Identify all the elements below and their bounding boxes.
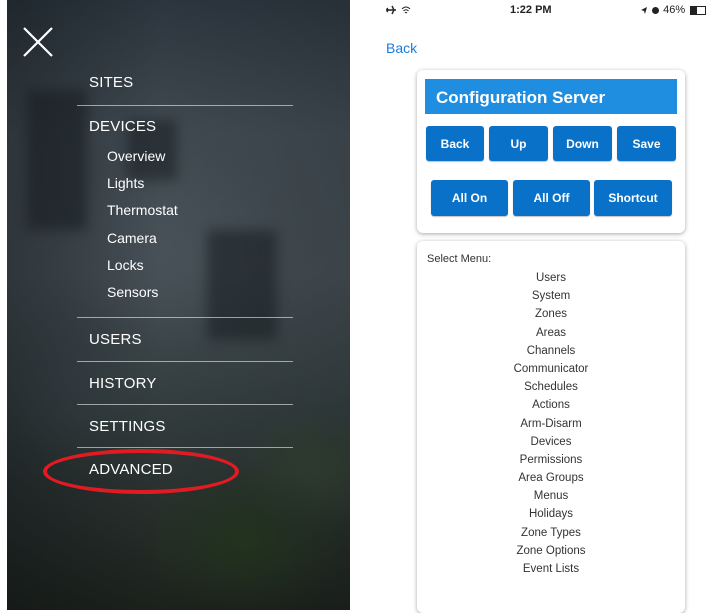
up-button[interactable]: Up	[489, 126, 548, 161]
menu-option-users[interactable]: Users	[417, 269, 685, 287]
menu-option-channels[interactable]: Channels	[417, 342, 685, 360]
configuration-title: Configuration Server	[425, 79, 677, 114]
menu-option-permissions[interactable]: Permissions	[417, 451, 685, 469]
alarm-icon	[652, 6, 660, 14]
status-bar: 1:22 PM 46%	[378, 0, 713, 22]
menu-option-system[interactable]: System	[417, 287, 685, 305]
select-menu-list: Users System Zones Areas Channels Commun…	[417, 269, 685, 578]
background-overlay	[7, 0, 350, 610]
menu-option-menus[interactable]: Menus	[417, 487, 685, 505]
menu-option-area-groups[interactable]: Area Groups	[417, 469, 685, 487]
all-on-button[interactable]: All On	[431, 180, 508, 216]
nav-item-history[interactable]: HISTORY	[89, 375, 157, 392]
menu-option-zone-types[interactable]: Zone Types	[417, 524, 685, 542]
status-left-icons	[386, 4, 411, 16]
menu-option-actions[interactable]: Actions	[417, 396, 685, 414]
menu-divider	[77, 361, 293, 362]
select-menu-panel: Select Menu: Users System Zones Areas Ch…	[417, 241, 685, 613]
select-menu-label: Select Menu:	[427, 253, 492, 265]
shortcut-button[interactable]: Shortcut	[594, 180, 672, 216]
menu-option-zone-options[interactable]: Zone Options	[417, 542, 685, 560]
nav-subitem-sensors[interactable]: Sensors	[107, 284, 158, 300]
nav-item-advanced[interactable]: ADVANCED	[89, 461, 173, 478]
status-right-indicators: 46%	[640, 4, 707, 16]
save-button[interactable]: Save	[617, 126, 676, 161]
back-button[interactable]: Back	[426, 126, 484, 161]
menu-option-communicator[interactable]: Communicator	[417, 360, 685, 378]
status-time: 1:22 PM	[510, 4, 552, 16]
nav-item-settings[interactable]: SETTINGS	[89, 418, 166, 435]
back-link[interactable]: Back	[386, 40, 417, 56]
close-icon[interactable]	[21, 25, 55, 59]
menu-divider	[77, 447, 293, 448]
menu-option-arm-disarm[interactable]: Arm-Disarm	[417, 415, 685, 433]
down-button[interactable]: Down	[553, 126, 612, 161]
nav-subitem-locks[interactable]: Locks	[107, 257, 144, 273]
wifi-icon	[401, 6, 411, 13]
airplane-icon	[386, 5, 396, 15]
location-arrow-icon	[641, 6, 647, 14]
nav-subitem-thermostat[interactable]: Thermostat	[107, 202, 178, 218]
nav-item-users[interactable]: USERS	[89, 331, 142, 348]
nav-subitem-lights[interactable]: Lights	[107, 175, 144, 191]
nav-subitem-camera[interactable]: Camera	[107, 230, 157, 246]
all-off-button[interactable]: All Off	[513, 180, 590, 216]
nav-subitem-overview[interactable]: Overview	[107, 148, 165, 164]
configuration-screen: 1:22 PM 46% Back Configuration Server Ba…	[378, 0, 713, 613]
menu-divider	[77, 404, 293, 405]
menu-option-event-lists[interactable]: Event Lists	[417, 560, 685, 578]
menu-divider	[77, 317, 293, 318]
menu-option-areas[interactable]: Areas	[417, 324, 685, 342]
battery-icon	[690, 5, 707, 15]
side-menu-panel: SITES DEVICES Overview Lights Thermostat…	[7, 0, 350, 610]
configuration-panel: Configuration Server Back Up Down Save A…	[417, 70, 685, 233]
nav-item-devices[interactable]: DEVICES	[89, 118, 156, 135]
menu-option-holidays[interactable]: Holidays	[417, 505, 685, 523]
menu-option-zones[interactable]: Zones	[417, 305, 685, 323]
menu-option-schedules[interactable]: Schedules	[417, 378, 685, 396]
menu-divider	[77, 105, 293, 106]
battery-percent: 46%	[663, 4, 686, 16]
menu-option-devices[interactable]: Devices	[417, 433, 685, 451]
nav-item-sites[interactable]: SITES	[89, 74, 133, 91]
